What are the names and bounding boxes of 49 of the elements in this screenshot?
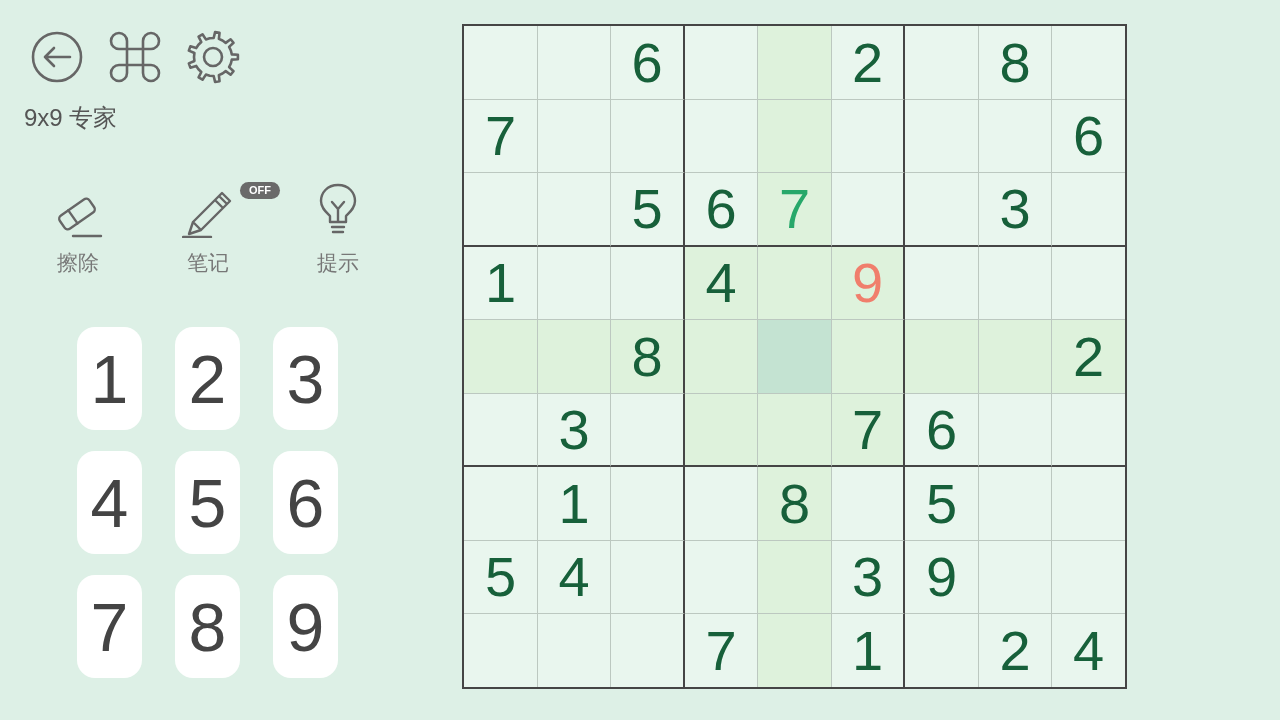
sudoku-cell[interactable]: 6 [685, 173, 758, 247]
sudoku-cell[interactable] [832, 467, 905, 541]
toggle-badge: OFF [240, 182, 280, 199]
sudoku-cell[interactable]: 7 [464, 100, 538, 173]
sudoku-cell[interactable] [832, 100, 905, 173]
sudoku-cell[interactable]: 5 [611, 173, 685, 247]
sudoku-cell[interactable]: 9 [905, 541, 979, 614]
sudoku-cell[interactable]: 3 [538, 394, 611, 467]
sudoku-cell[interactable]: 1 [464, 247, 538, 320]
back-icon [30, 30, 84, 84]
settings-button[interactable] [186, 30, 240, 84]
sudoku-cell[interactable]: 3 [832, 541, 905, 614]
number-key[interactable]: 9 [273, 575, 338, 678]
sudoku-cell[interactable]: 1 [538, 467, 611, 541]
sudoku-cell[interactable]: 5 [464, 541, 538, 614]
settings-icon [186, 30, 240, 84]
back-button[interactable] [30, 30, 84, 84]
sudoku-cell[interactable]: 7 [832, 394, 905, 467]
sudoku-cell[interactable] [611, 247, 685, 320]
clover-button[interactable] [108, 30, 162, 84]
sudoku-cell[interactable]: 2 [1052, 320, 1125, 394]
sudoku-cell[interactable]: 4 [685, 247, 758, 320]
erase-tool-button[interactable]: 擦除 [33, 180, 123, 275]
number-key[interactable]: 7 [77, 575, 142, 678]
sudoku-cell[interactable]: 8 [758, 467, 832, 541]
sudoku-cell[interactable]: 6 [905, 394, 979, 467]
number-key[interactable]: 3 [273, 327, 338, 430]
sudoku-cell[interactable]: 2 [832, 26, 905, 100]
sudoku-cell[interactable] [611, 394, 685, 467]
sudoku-cell[interactable] [611, 100, 685, 173]
sudoku-cell[interactable]: 5 [905, 467, 979, 541]
sudoku-cell[interactable]: 8 [979, 26, 1052, 100]
number-key[interactable]: 4 [77, 451, 142, 554]
sudoku-cell[interactable] [832, 320, 905, 394]
sudoku-cell[interactable]: 8 [611, 320, 685, 394]
number-key[interactable]: 8 [175, 575, 240, 678]
number-key[interactable]: 6 [273, 451, 338, 554]
sudoku-cell[interactable] [832, 173, 905, 247]
sudoku-cell[interactable]: 6 [611, 26, 685, 100]
sudoku-cell[interactable] [611, 541, 685, 614]
number-key[interactable]: 1 [77, 327, 142, 430]
clover-icon [108, 30, 162, 84]
number-key[interactable]: 2 [175, 327, 240, 430]
level-title: 9x9 专家 [24, 104, 118, 132]
sudoku-cell[interactable]: 3 [979, 173, 1052, 247]
sudoku-cell[interactable] [611, 467, 685, 541]
sudoku-cell[interactable]: 4 [538, 541, 611, 614]
hint-tool-button[interactable]: 提示 [293, 180, 383, 275]
number-key[interactable]: 5 [175, 451, 240, 554]
